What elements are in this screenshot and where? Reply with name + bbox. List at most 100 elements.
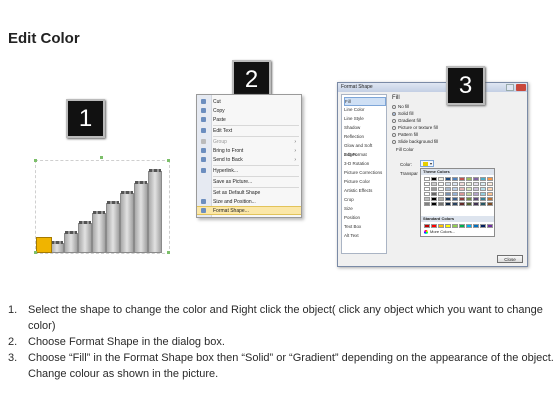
color-swatch[interactable] xyxy=(445,197,451,201)
help-button[interactable] xyxy=(506,84,514,91)
color-swatch[interactable] xyxy=(459,177,465,181)
color-swatch[interactable] xyxy=(473,182,479,186)
color-swatch[interactable] xyxy=(445,177,451,181)
color-swatch[interactable] xyxy=(473,187,479,191)
color-swatch[interactable] xyxy=(466,177,472,181)
color-swatch[interactable] xyxy=(424,177,430,181)
color-swatch[interactable] xyxy=(459,187,465,191)
category-item[interactable]: Glow and Soft Edges xyxy=(344,142,386,157)
menu-item-group[interactable]: Group › xyxy=(197,137,301,146)
color-swatch[interactable] xyxy=(424,182,430,186)
color-swatch[interactable] xyxy=(459,182,465,186)
color-swatch[interactable] xyxy=(445,187,451,191)
color-swatch[interactable] xyxy=(452,192,458,196)
rotate-handle[interactable] xyxy=(100,156,103,159)
staircase-shape[interactable] xyxy=(35,160,170,254)
close-button[interactable]: Close xyxy=(497,255,523,263)
category-item[interactable]: Size xyxy=(344,205,386,214)
color-swatch[interactable] xyxy=(466,202,472,206)
color-swatch[interactable] xyxy=(438,182,444,186)
menu-item-bring-to-front[interactable]: Bring to Front › xyxy=(197,146,301,155)
category-item[interactable]: Reflection xyxy=(344,133,386,142)
color-swatch[interactable] xyxy=(445,224,451,228)
color-swatch[interactable] xyxy=(480,224,486,228)
color-swatch[interactable] xyxy=(438,202,444,206)
color-swatch[interactable] xyxy=(424,197,430,201)
color-swatch[interactable] xyxy=(424,187,430,191)
color-swatch[interactable] xyxy=(487,202,493,206)
menu-item-size-position[interactable]: Size and Position... xyxy=(197,197,301,206)
color-swatch[interactable] xyxy=(445,182,451,186)
color-swatch[interactable] xyxy=(424,202,430,206)
color-swatch[interactable] xyxy=(431,192,437,196)
menu-item-hyperlink[interactable]: Hyperlink... xyxy=(197,166,301,175)
color-swatch[interactable] xyxy=(424,192,430,196)
color-swatch[interactable] xyxy=(487,177,493,181)
resize-handle-tr[interactable] xyxy=(167,159,170,162)
color-swatch[interactable] xyxy=(480,182,486,186)
color-swatch[interactable] xyxy=(480,192,486,196)
color-swatch[interactable] xyxy=(452,177,458,181)
color-swatch[interactable] xyxy=(452,224,458,228)
radio-no-fill[interactable]: No fill xyxy=(392,104,409,109)
color-swatch[interactable] xyxy=(473,197,479,201)
color-swatch[interactable] xyxy=(466,192,472,196)
category-item[interactable]: Picture Color xyxy=(344,178,386,187)
color-swatch[interactable] xyxy=(452,182,458,186)
color-swatch[interactable] xyxy=(438,197,444,201)
color-swatch[interactable] xyxy=(431,187,437,191)
menu-item-save-as-picture[interactable]: Save as Picture... xyxy=(197,177,301,186)
color-swatch[interactable] xyxy=(487,197,493,201)
menu-item-paste[interactable]: Paste xyxy=(197,115,301,124)
category-item[interactable]: Crop xyxy=(344,196,386,205)
color-swatch[interactable] xyxy=(473,192,479,196)
color-swatch[interactable] xyxy=(459,224,465,228)
color-swatch[interactable] xyxy=(431,202,437,206)
color-swatch[interactable] xyxy=(438,224,444,228)
radio-slide-bg-fill[interactable]: Slide background fill xyxy=(392,139,438,144)
color-swatch[interactable] xyxy=(487,187,493,191)
color-swatch[interactable] xyxy=(431,224,437,228)
color-swatch[interactable] xyxy=(438,177,444,181)
color-swatch[interactable] xyxy=(431,177,437,181)
more-colors-link[interactable]: More Colors... xyxy=(424,229,455,234)
menu-item-edit-text[interactable]: Edit Text xyxy=(197,126,301,135)
resize-handle-tl[interactable] xyxy=(34,159,37,162)
category-item[interactable]: Alt Text xyxy=(344,232,386,241)
category-item[interactable]: Line Style xyxy=(344,115,386,124)
color-swatch[interactable] xyxy=(480,202,486,206)
category-item[interactable]: Position xyxy=(344,214,386,223)
color-swatch[interactable] xyxy=(452,197,458,201)
radio-picture-fill[interactable]: Picture or texture fill xyxy=(392,125,438,130)
color-swatch[interactable] xyxy=(480,177,486,181)
color-swatch[interactable] xyxy=(473,224,479,228)
menu-item-copy[interactable]: Copy xyxy=(197,106,301,115)
radio-pattern-fill[interactable]: Pattern fill xyxy=(392,132,418,137)
category-item[interactable]: Line Color xyxy=(344,106,386,115)
color-swatch[interactable] xyxy=(452,187,458,191)
category-fill[interactable]: Fill xyxy=(344,97,386,106)
menu-item-format-shape[interactable]: Format Shape... xyxy=(197,206,301,215)
color-swatch[interactable] xyxy=(459,192,465,196)
radio-solid-fill[interactable]: Solid fill xyxy=(392,111,414,116)
color-swatch[interactable] xyxy=(466,187,472,191)
category-item[interactable]: Shadow xyxy=(344,124,386,133)
menu-item-send-to-back[interactable]: Send to Back › xyxy=(197,155,301,164)
color-swatch[interactable] xyxy=(459,197,465,201)
category-item[interactable]: Artistic Effects xyxy=(344,187,386,196)
radio-gradient-fill[interactable]: Gradient fill xyxy=(392,118,421,123)
color-swatch[interactable] xyxy=(480,187,486,191)
color-swatch[interactable] xyxy=(466,197,472,201)
color-swatch[interactable] xyxy=(473,177,479,181)
color-swatch[interactable] xyxy=(445,202,451,206)
color-swatch[interactable] xyxy=(487,192,493,196)
color-swatch[interactable] xyxy=(487,182,493,186)
color-swatch[interactable] xyxy=(424,224,430,228)
color-swatch[interactable] xyxy=(452,202,458,206)
category-item[interactable]: Text Box xyxy=(344,223,386,232)
color-swatch[interactable] xyxy=(480,197,486,201)
color-swatch[interactable] xyxy=(431,182,437,186)
resize-handle-br[interactable] xyxy=(167,251,170,254)
color-swatch[interactable] xyxy=(438,187,444,191)
category-item[interactable]: 3-D Rotation xyxy=(344,160,386,169)
